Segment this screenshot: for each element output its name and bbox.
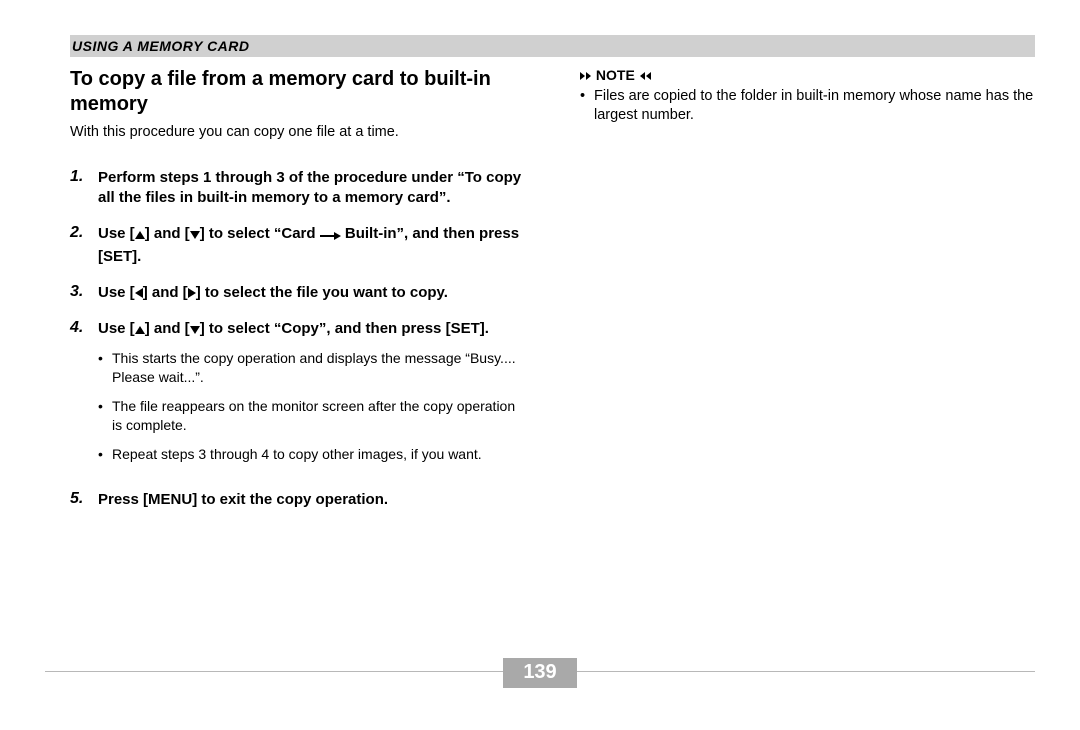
- note-text: Files are copied to the folder in built-…: [594, 87, 1035, 125]
- step-number: 1.: [70, 168, 98, 209]
- step-sub-text: This starts the copy operation and displ…: [112, 349, 525, 387]
- step-sub-item: •The file reappears on the monitor scree…: [98, 397, 525, 435]
- section-header: USING A MEMORY CARD: [70, 35, 1035, 57]
- step-sub-text: The file reappears on the monitor screen…: [112, 397, 525, 435]
- note-label: NOTE: [596, 67, 635, 83]
- step: 2.Use [] and [] to select “Card Built-in…: [70, 224, 525, 267]
- arrow-up-icon: [135, 231, 145, 239]
- bullet-icon: •: [98, 397, 112, 435]
- step: 3.Use [] and [] to select the file you w…: [70, 283, 525, 303]
- step-sub-list: •This starts the copy operation and disp…: [98, 349, 525, 463]
- step-number: 5.: [70, 490, 98, 510]
- step-sub-item: •Repeat steps 3 through 4 to copy other …: [98, 445, 525, 464]
- note-heading: NOTE: [580, 67, 1035, 83]
- note-deco-right-icon: [586, 72, 591, 80]
- step-number: 2.: [70, 224, 98, 267]
- arrow-up-icon: [135, 326, 145, 334]
- step-body: Use [] and [] to select “Copy”, and then…: [98, 319, 525, 474]
- arrow-down-icon: [190, 231, 200, 239]
- step-number: 4.: [70, 319, 98, 474]
- step-sub-item: •This starts the copy operation and disp…: [98, 349, 525, 387]
- note-body: •Files are copied to the folder in built…: [580, 87, 1035, 125]
- bullet-icon: •: [98, 349, 112, 387]
- step-number: 3.: [70, 283, 98, 303]
- note-deco-left-icon: [640, 72, 645, 80]
- step: 1.Perform steps 1 through 3 of the proce…: [70, 168, 525, 209]
- arrow-right-icon: [320, 226, 341, 246]
- arrow-down-icon: [190, 326, 200, 334]
- step-text: Press [MENU] to exit the copy operation.: [98, 490, 525, 510]
- step: 5.Press [MENU] to exit the copy operatio…: [70, 490, 525, 510]
- note-deco-right-icon: [580, 72, 585, 80]
- note-deco-left-icon: [646, 72, 651, 80]
- page-title: To copy a file from a memory card to bui…: [70, 67, 525, 117]
- right-column: NOTE •Files are copied to the folder in …: [580, 67, 1035, 526]
- step: 4.Use [] and [] to select “Copy”, and th…: [70, 319, 525, 474]
- left-column: To copy a file from a memory card to bui…: [70, 67, 525, 526]
- section-header-label: USING A MEMORY CARD: [70, 38, 1035, 54]
- page-footer: 139: [45, 671, 1035, 702]
- step-sub-text: Repeat steps 3 through 4 to copy other i…: [112, 445, 482, 464]
- step-body: Use [] and [] to select the file you wan…: [98, 283, 525, 303]
- arrow-left-icon: [135, 288, 143, 298]
- step-text: Use [] and [] to select the file you wan…: [98, 283, 525, 303]
- step-body: Perform steps 1 through 3 of the procedu…: [98, 168, 525, 209]
- step-body: Press [MENU] to exit the copy operation.: [98, 490, 525, 510]
- note-item: •Files are copied to the folder in built…: [580, 87, 1035, 125]
- step-body: Use [] and [] to select “Card Built-in”,…: [98, 224, 525, 267]
- arrow-right-icon: [188, 288, 196, 298]
- step-text: Perform steps 1 through 3 of the procedu…: [98, 168, 525, 209]
- intro-text: With this procedure you can copy one fil…: [70, 123, 525, 142]
- step-text: Use [] and [] to select “Copy”, and then…: [98, 319, 525, 339]
- step-text: Use [] and [] to select “Card Built-in”,…: [98, 224, 525, 267]
- bullet-icon: •: [580, 87, 594, 125]
- step-list: 1.Perform steps 1 through 3 of the proce…: [70, 168, 525, 510]
- page-number: 139: [503, 658, 577, 688]
- bullet-icon: •: [98, 445, 112, 464]
